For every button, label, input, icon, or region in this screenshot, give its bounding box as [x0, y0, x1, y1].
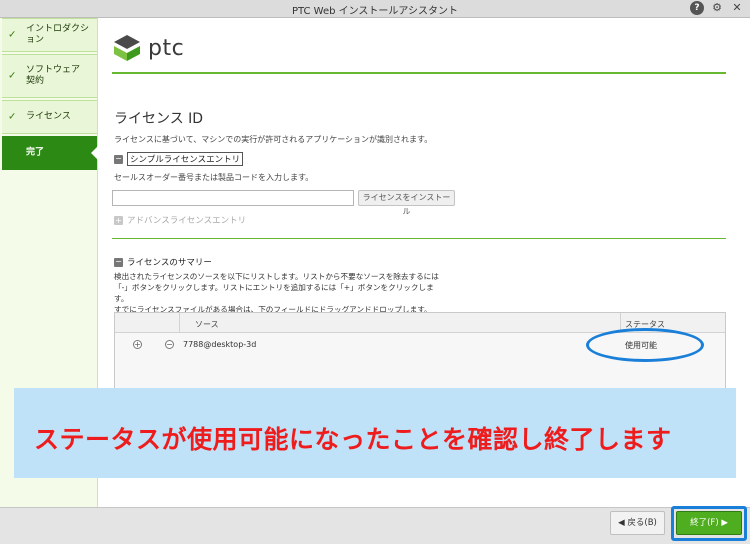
input-prompt: セールスオーダー番号または製品コードを入力します。: [114, 173, 314, 182]
check-icon: ✓: [8, 29, 17, 41]
window-controls: ? ⚙ ✕: [690, 1, 744, 15]
sidebar-step-label: イントロダクション: [26, 24, 90, 45]
summary-line: 検出されたライセンスのソースを以下にリストします。リストから不要なソースを除去す…: [114, 272, 439, 281]
license-summary-toggle[interactable]: − ライセンスのサマリー: [114, 256, 212, 268]
add-source-icon[interactable]: +: [133, 340, 142, 349]
collapse-icon: −: [114, 153, 123, 164]
install-license-button[interactable]: ライセンスをインストール: [358, 190, 455, 216]
finish-highlight-box: [671, 506, 747, 541]
license-summary-heading: ライセンスのサマリー: [127, 258, 212, 268]
sidebar-step-label: ライセンス: [26, 111, 71, 122]
column-header-source: ソース: [195, 320, 219, 329]
summary-line: 「-」ボタンをクリックします。リストにエントリを追加するには「+」ボタンをクリッ…: [114, 283, 434, 303]
help-icon[interactable]: ?: [690, 1, 704, 15]
source-cell: 7788@desktop-3d: [183, 340, 257, 349]
instruction-banner: ステータスが使用可能になったことを確認し終了します: [14, 388, 736, 478]
advanced-license-entry-toggle[interactable]: + アドバンスライセンスエントリ: [114, 214, 246, 226]
collapse-icon: −: [114, 256, 123, 267]
status-highlight-ellipse: [586, 328, 704, 362]
sidebar-step-license[interactable]: ✓ ライセンス: [2, 100, 97, 134]
title-bar: PTC Web インストールアシスタント ? ⚙ ✕: [0, 0, 750, 18]
ptc-logo: ptc: [112, 34, 184, 62]
active-step-arrow-icon: [91, 146, 98, 160]
close-icon[interactable]: ✕: [730, 1, 744, 15]
expand-icon: +: [114, 215, 123, 225]
sidebar-step-complete[interactable]: 完了: [2, 136, 98, 170]
license-code-input[interactable]: [112, 190, 354, 206]
gear-icon[interactable]: ⚙: [710, 1, 724, 15]
remove-source-icon[interactable]: −: [165, 340, 174, 349]
ptc-logo-icon: [114, 35, 140, 61]
advanced-license-entry-label: アドバンスライセンスエントリ: [127, 216, 247, 226]
license-description: ライセンスに基づいて、マシンでの実行が許可されるアプリケーションが識別されます。: [114, 135, 433, 144]
sidebar-step-label: ソフトウェア 契約: [26, 65, 81, 86]
simple-license-entry-label: シンプルライセンスエントリ: [127, 152, 244, 166]
sidebar-step-introduction[interactable]: ✓ イントロダクション: [2, 18, 97, 52]
sidebar-step-software-agreement[interactable]: ✓ ソフトウェア 契約: [2, 54, 97, 98]
logo-text: ptc: [148, 35, 185, 61]
simple-license-entry-toggle[interactable]: − シンプルライセンスエントリ: [114, 152, 244, 166]
back-button[interactable]: ◀ 戻る(B): [610, 511, 665, 535]
summary-description: 検出されたライセンスのソースを以下にリストします。リストから不要なソースを除去す…: [114, 271, 444, 315]
check-icon: ✓: [8, 70, 17, 82]
instruction-text: ステータスが使用可能になったことを確認し終了します: [34, 425, 672, 454]
license-heading: ライセンス ID: [114, 111, 204, 127]
check-icon: ✓: [8, 111, 17, 123]
sidebar-step-label: 完了: [26, 147, 45, 158]
column-divider: [179, 313, 180, 333]
section-divider: [112, 238, 726, 239]
header-divider: [112, 72, 726, 74]
window-title: PTC Web インストールアシスタント: [291, 6, 459, 17]
